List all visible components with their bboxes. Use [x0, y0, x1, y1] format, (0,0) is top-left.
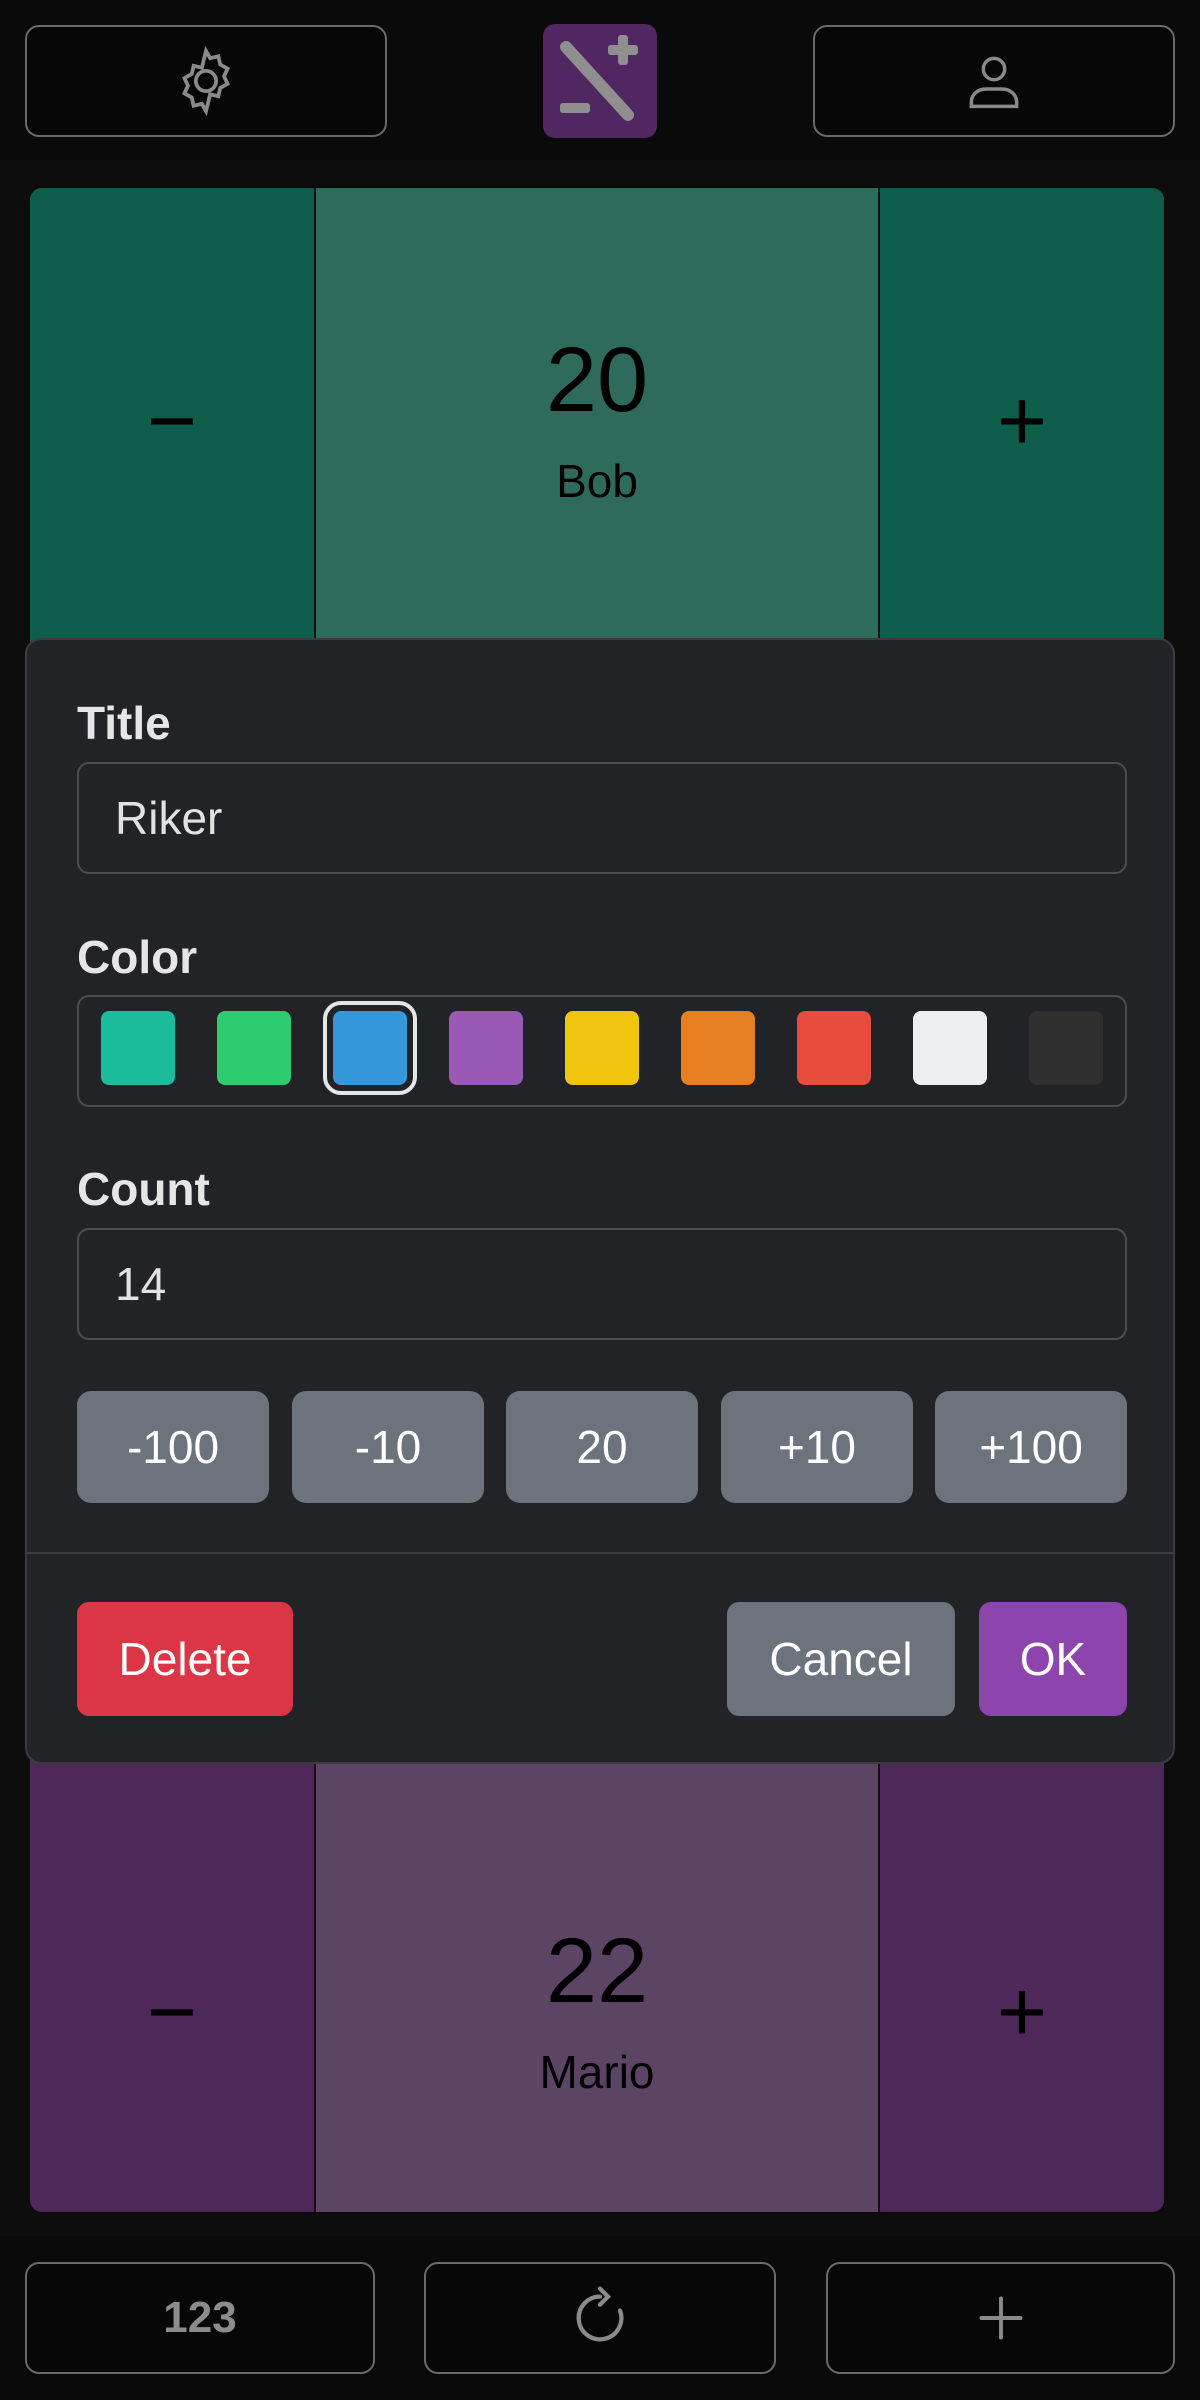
- step-minus-10-button[interactable]: -10: [292, 1391, 484, 1503]
- counter-display[interactable]: 20 Bob: [314, 188, 880, 654]
- refresh-icon: [576, 2286, 624, 2342]
- profile-button[interactable]: [813, 25, 1175, 137]
- color-swatch-yellow[interactable]: [565, 1011, 639, 1085]
- counter-value: 20: [545, 329, 649, 431]
- decrement-button[interactable]: −: [30, 1742, 314, 2212]
- color-swatch-white[interactable]: [913, 1011, 987, 1085]
- ok-button[interactable]: OK: [979, 1602, 1127, 1716]
- user-icon: [969, 56, 1019, 109]
- cancel-button[interactable]: Cancel: [727, 1602, 955, 1716]
- edit-counter-dialog: Title Riker Color Count 14 -100 -10 20 +…: [25, 638, 1175, 1764]
- color-swatch-purple[interactable]: [449, 1011, 523, 1085]
- color-label: Color: [77, 931, 198, 983]
- title-label: Title: [77, 697, 171, 749]
- counter-display[interactable]: 22 Mario: [314, 1742, 880, 2212]
- gear-icon: [182, 45, 230, 117]
- color-picker: [77, 995, 1127, 1107]
- color-swatch-green[interactable]: [217, 1011, 291, 1085]
- color-swatch-teal[interactable]: [101, 1011, 175, 1085]
- reset-to-20-button[interactable]: 20: [506, 1391, 698, 1503]
- delete-button[interactable]: Delete: [77, 1602, 293, 1716]
- dialog-divider: [27, 1552, 1173, 1554]
- count-input[interactable]: 14: [77, 1228, 1127, 1340]
- plus-icon: [979, 2296, 1022, 2340]
- color-swatch-dark[interactable]: [1029, 1011, 1103, 1085]
- plus-minus-logo-icon: [560, 35, 638, 121]
- counter-name: Mario: [539, 2046, 655, 2098]
- color-swatch-orange[interactable]: [681, 1011, 755, 1085]
- count-mode-label: 123: [163, 2293, 237, 2342]
- app-logo: [543, 24, 657, 138]
- counter-card-mario: − 22 Mario +: [28, 1740, 1166, 2214]
- title-input[interactable]: Riker: [77, 762, 1127, 874]
- counter-name: Bob: [556, 455, 638, 507]
- increment-button[interactable]: +: [880, 188, 1164, 654]
- settings-button[interactable]: [25, 25, 387, 137]
- color-swatch-blue-selected[interactable]: [323, 1001, 417, 1095]
- top-bar: [0, 0, 1200, 160]
- counter-card-bob: − 20 Bob +: [28, 186, 1166, 656]
- count-mode-button[interactable]: 123: [25, 2262, 375, 2374]
- reset-button[interactable]: [424, 2262, 776, 2374]
- step-plus-100-button[interactable]: +100: [935, 1391, 1127, 1503]
- step-minus-100-button[interactable]: -100: [77, 1391, 269, 1503]
- add-counter-button[interactable]: [826, 2262, 1175, 2374]
- color-swatch-red[interactable]: [797, 1011, 871, 1085]
- counter-value: 22: [545, 1920, 649, 2022]
- count-label: Count: [77, 1163, 210, 1215]
- step-plus-10-button[interactable]: +10: [721, 1391, 913, 1503]
- increment-button[interactable]: +: [880, 1742, 1164, 2212]
- decrement-button[interactable]: −: [30, 188, 314, 654]
- bottom-bar: 123: [0, 2236, 1200, 2400]
